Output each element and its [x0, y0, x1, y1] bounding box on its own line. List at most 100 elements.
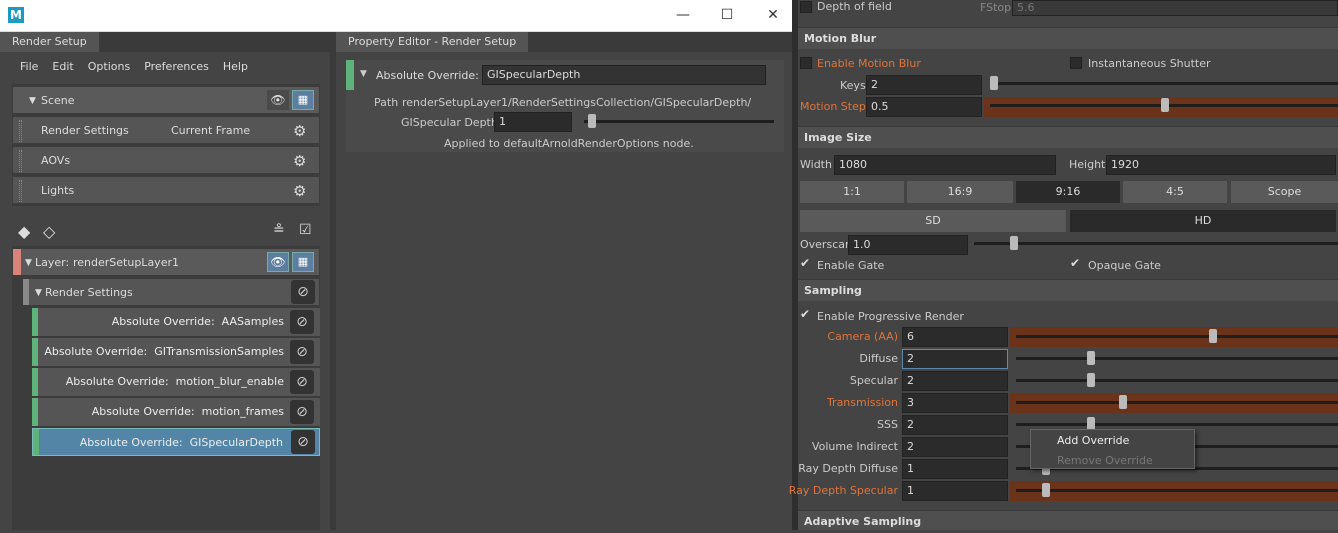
attr-value-field[interactable]: 1 — [494, 112, 572, 132]
keys-field[interactable]: 2 — [866, 75, 982, 95]
collection-render-settings[interactable]: Render Settings Current Frame ⚙ — [12, 116, 320, 144]
gear-icon[interactable]: ⚙ — [293, 117, 306, 145]
tab-property-editor[interactable]: Property Editor - Render Setup — [336, 32, 529, 52]
sample-slider-track[interactable] — [1016, 357, 1338, 360]
ratio-4-5-button[interactable]: 4:5 — [1123, 181, 1227, 203]
render-clapper-icon[interactable]: ▦ — [292, 90, 314, 110]
disable-icon[interactable]: ⊘ — [290, 340, 314, 364]
enable-gate-checkmark-icon[interactable]: ✔ — [800, 256, 810, 270]
sample-field[interactable]: 2 — [902, 437, 1008, 457]
sample-slider-knob[interactable] — [1087, 351, 1095, 365]
menu-options[interactable]: Options — [88, 60, 130, 73]
progressive-checkmark-icon[interactable]: ✔ — [800, 307, 810, 321]
menu-file[interactable]: File — [20, 60, 38, 73]
collapse-arrow-icon[interactable]: ▼ — [29, 87, 36, 115]
override-row[interactable]: Absolute Override: motion_frames ⊘ — [32, 398, 320, 426]
attr-slider-track[interactable] — [584, 120, 774, 123]
ratio-scope-button[interactable]: Scope — [1231, 181, 1338, 203]
layer-row[interactable]: ▼ Layer: renderSetupLayer1 👁 ▦ — [12, 248, 320, 276]
visibility-eye-icon[interactable]: 👁 — [267, 252, 289, 272]
scene-row[interactable]: ▼ Scene 👁 ▦ — [12, 86, 320, 114]
close-button[interactable]: ✕ — [750, 0, 796, 32]
attr-slider-knob[interactable] — [588, 114, 596, 128]
sample-field[interactable]: 2 — [902, 371, 1008, 391]
checklist-icon[interactable]: ☑ — [299, 222, 312, 238]
drag-handle-icon[interactable] — [19, 150, 22, 172]
maximize-button[interactable]: ☐ — [704, 0, 750, 32]
ratio-1-1-button[interactable]: 1:1 — [800, 181, 904, 203]
render-settings-collection-row[interactable]: ▼ Render Settings ⊘ — [22, 278, 320, 306]
disable-icon[interactable]: ⊘ — [290, 310, 314, 334]
sample-slider-knob[interactable] — [1087, 373, 1095, 387]
disable-icon[interactable]: ⊘ — [290, 400, 314, 424]
collection-aovs[interactable]: AOVs ⚙ — [12, 146, 320, 174]
minimize-button[interactable]: — — [660, 0, 706, 32]
adaptive-sampling-section[interactable]: Adaptive Sampling — [798, 510, 1338, 530]
sample-slider-track[interactable] — [1016, 379, 1338, 382]
import-icon[interactable]: ◇ — [43, 222, 55, 241]
sample-slider-track[interactable] — [1016, 423, 1338, 426]
disable-icon[interactable]: ⊘ — [290, 370, 314, 394]
sample-slider-knob[interactable] — [1209, 329, 1217, 343]
gear-icon[interactable]: ⚙ — [293, 147, 306, 175]
width-field[interactable]: 1080 — [834, 155, 1056, 175]
keys-slider-track[interactable] — [990, 82, 1338, 85]
sample-label: Camera (AA) — [827, 330, 898, 343]
image-size-section[interactable]: Image Size — [798, 126, 1338, 148]
ratio-9-16-button[interactable]: 9:16 — [1016, 181, 1120, 203]
override-row[interactable]: Absolute Override: motion_blur_enable ⊘ — [32, 368, 320, 396]
sample-field[interactable]: 6 — [902, 327, 1008, 347]
overscan-slider-knob[interactable] — [1010, 236, 1018, 250]
sample-slider-knob[interactable] — [1042, 483, 1050, 497]
override-row-selected[interactable]: Absolute Override: GISpecularDepth ⊘ — [32, 428, 320, 456]
sample-field[interactable]: 2 — [902, 349, 1008, 369]
tab-render-setup[interactable]: Render Setup — [0, 32, 99, 52]
enable-mb-checkbox[interactable] — [800, 57, 812, 69]
panel-splitter[interactable] — [792, 0, 798, 530]
height-field[interactable]: 1920 — [1106, 155, 1336, 175]
menu-edit[interactable]: Edit — [52, 60, 73, 73]
drag-handle-icon[interactable] — [19, 180, 22, 202]
motion-step-slider-knob[interactable] — [1161, 98, 1169, 112]
menu-preferences[interactable]: Preferences — [144, 60, 209, 73]
visibility-eye-icon[interactable]: 👁 — [267, 90, 289, 110]
sample-slider-track[interactable] — [1016, 489, 1338, 492]
menu-help[interactable]: Help — [223, 60, 248, 73]
ratio-16-9-button[interactable]: 16:9 — [907, 181, 1013, 203]
add-override-item[interactable]: Add Override — [1057, 434, 1129, 447]
motion-blur-section[interactable]: Motion Blur — [798, 27, 1338, 49]
override-row[interactable]: Absolute Override: GITransmissionSamples… — [32, 338, 320, 366]
window-titlebar: M — ☐ ✕ — [0, 0, 792, 32]
render-view-icon[interactable]: ≗ — [273, 222, 285, 238]
collapse-arrow-icon[interactable]: ▼ — [25, 249, 32, 277]
dof-checkbox[interactable] — [800, 1, 812, 13]
disable-icon[interactable]: ⊘ — [291, 280, 315, 304]
motion-step-field[interactable]: 0.5 — [866, 97, 982, 117]
sample-field[interactable]: 2 — [902, 415, 1008, 435]
panel-splitter[interactable] — [330, 52, 336, 530]
override-row[interactable]: Absolute Override: AASamples ⊘ — [32, 308, 320, 336]
sample-slider-track[interactable] — [1016, 335, 1338, 338]
render-clapper-icon[interactable]: ▦ — [292, 252, 314, 272]
inst-shutter-checkbox[interactable] — [1070, 57, 1082, 69]
sample-field[interactable]: 3 — [902, 393, 1008, 413]
sample-field[interactable]: 1 — [902, 481, 1008, 501]
overscan-field[interactable]: 1.0 — [848, 235, 968, 255]
sample-field[interactable]: 1 — [902, 459, 1008, 479]
opaque-gate-checkmark-icon[interactable]: ✔ — [1070, 256, 1080, 270]
collapse-arrow-icon[interactable]: ▼ — [35, 279, 42, 307]
collection-lights[interactable]: Lights ⚙ — [12, 176, 320, 204]
hd-button[interactable]: HD — [1070, 210, 1336, 232]
override-name-field[interactable]: GISpecularDepth — [482, 65, 766, 85]
create-layer-icon[interactable]: ◆ — [18, 222, 30, 241]
keys-slider-knob[interactable] — [990, 76, 998, 90]
overscan-slider-track[interactable] — [974, 242, 1338, 245]
collapse-arrow-icon[interactable]: ▼ — [360, 69, 367, 79]
sampling-section[interactable]: Sampling — [798, 279, 1338, 301]
sd-button[interactable]: SD — [800, 210, 1066, 232]
drag-handle-icon[interactable] — [19, 120, 22, 142]
gear-icon[interactable]: ⚙ — [293, 177, 306, 205]
sample-slider-track[interactable] — [1016, 401, 1338, 404]
sample-slider-knob[interactable] — [1119, 395, 1127, 409]
disable-icon[interactable]: ⊘ — [291, 430, 315, 454]
